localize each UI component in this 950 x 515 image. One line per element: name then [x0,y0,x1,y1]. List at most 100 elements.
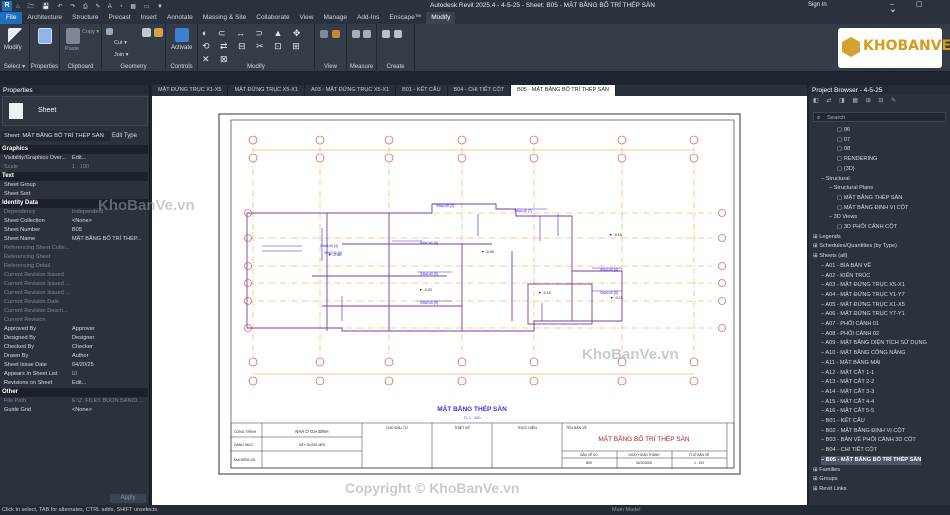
select-dropdown[interactable]: Select ▾ [0,63,29,70]
property-row[interactable]: Current Revision Issued [0,271,148,280]
instance-selector[interactable]: Sheet: MẶT BẰNG BỐ TRÍ THÉP SÀN [2,131,110,141]
document-tab[interactable]: B05 - MẶT BẰNG BỐ TRÍ THÉP SÀN [511,85,616,96]
browser-item[interactable]: ⊞ Families [813,466,840,475]
property-value[interactable]: <None> [72,217,144,226]
browser-item[interactable]: ⊞ Sheets (all) [813,252,848,261]
property-row[interactable]: Designed By Designer [0,334,148,343]
browser-item[interactable]: – B03 - BẢN VẼ PHỐI CẢNH 3D CỘT [821,436,916,445]
ribbon-tab-manage[interactable]: Manage [318,12,352,24]
properties-section-header[interactable]: Text [0,172,148,181]
ribbon-tab-file[interactable]: File [0,12,23,24]
property-row[interactable]: Approved By Approver [0,325,148,334]
activate-button[interactable]: Activate [171,45,192,51]
property-row[interactable]: Current Revision Issued ... [0,289,148,298]
property-value[interactable]: Author [72,352,144,361]
modify-button[interactable]: Modify [4,45,22,51]
document-tab[interactable]: MẶT ĐỨNG TRỤC X5-X1 [228,85,305,96]
property-row[interactable]: Referencing Sheet [0,253,148,262]
ribbon-tab-view[interactable]: View [295,12,319,24]
property-row[interactable]: Drawn By Author [0,352,148,361]
properties-section-header[interactable]: Graphics [0,145,148,154]
browser-item[interactable]: – A14 - MẶT CẮT 3-3 [821,388,874,397]
drawing-canvas[interactable]: Φ8a140 [4] Φ8a140 [6] Φ8a140 [6] Φ8a140 [9… [152,96,807,505]
browser-item[interactable]: ▢ MẶT BẰNG ĐỊNH VỊ CỘT [837,204,908,213]
revit-logo-icon[interactable]: R [2,1,12,11]
property-row[interactable]: Referencing Detail [0,262,148,271]
browser-item[interactable]: – B05 - MẶT BẰNG BỐ TRÍ THÉP SÀN [821,455,922,465]
property-row[interactable]: Appears In Sheet List ☑ [0,370,148,379]
ribbon-tab-insert[interactable]: Insert [136,12,162,24]
browser-toolbar[interactable]: ◧ ⇄ ◨ ▦ ⊞ ⊟ ✎ [813,97,913,105]
property-value[interactable]: 1 : 100 [72,163,144,172]
property-row[interactable]: Guide Grid <None> [0,406,148,415]
property-row[interactable]: Current Revision Issued ... [0,280,148,289]
browser-item[interactable]: – A16 - MẶT CẮT 5-5 [821,407,874,416]
browser-item[interactable]: ▢ MẶT BẰNG THÉP SÀN [837,194,902,203]
property-row[interactable]: Checked By Checker [0,343,148,352]
browser-item[interactable]: – B02 - MẶT BẰNG ĐỊNH VỊ CỘT [821,427,905,436]
dimension-icon[interactable] [363,30,371,38]
activate-icon[interactable] [175,28,189,42]
browser-item[interactable]: – 3D Views [829,213,857,222]
ribbon-tab-add-ins[interactable]: Add-Ins [352,12,384,24]
browser-item[interactable]: ⊞ Legends [813,233,841,242]
property-row[interactable]: Current Revision Descri... [0,307,148,316]
browser-item[interactable]: ⊞ Revit Links [813,485,847,494]
property-value[interactable]: ☑ [72,370,144,379]
browser-item[interactable]: – A03 - MẶT ĐỨNG TRỤC X5-X1 [821,281,905,290]
type-selector[interactable]: Sheet [2,96,148,126]
quick-access-toolbar[interactable]: ⌂ 🗁 💾 ↶ ↷ ⎙ ✎ A ◔ ▦ ▭ ▼ [16,2,186,10]
browser-item[interactable]: – A04 - MẶT ĐỨNG TRỤC Y1-Y7 [821,291,905,300]
document-tab[interactable]: B01 - KẾT CẤU [396,85,448,96]
browser-item[interactable]: – A01 - BÌA BẢN VẼ [821,262,871,271]
apply-button[interactable]: Apply [110,494,146,503]
property-row[interactable]: Current Revision Date [0,298,148,307]
edit-type-button[interactable]: Edit Type [112,131,148,141]
property-row[interactable]: Sheet Issue Date 04/20/25 [0,361,148,370]
property-value[interactable]: Edit... [72,379,144,388]
browser-item[interactable]: – A12 - MẶT CẮT 1-1 [821,369,874,378]
measure-icon[interactable] [352,30,360,38]
browser-item[interactable]: – Structural [821,175,850,184]
paint-icon[interactable] [154,28,163,37]
browser-item[interactable]: ▢ RENDERING [837,155,877,164]
browser-item[interactable]: – A08 - PHỐI CẢNH 02 [821,330,879,339]
property-row[interactable]: Visibility/Graphics Over... Edit... [0,154,148,163]
browser-item[interactable]: ▢ {3D} [837,165,855,174]
wall-join-icon[interactable] [142,28,151,37]
ribbon-tab-modify[interactable]: Modify [426,12,456,24]
browser-item[interactable]: – B04 - CHI TIẾT CỘT [821,446,877,455]
browser-item[interactable]: ▢ 06 [837,126,850,135]
browser-item[interactable]: – A09 - MẶT BẰNG DIỆN TÍCH SỬ DỤNG [821,339,927,348]
property-value[interactable]: E:\Z. FILES BUON BAN\D... [72,397,144,406]
ribbon-tab-annotate[interactable]: Annotate [162,12,198,24]
browser-item[interactable]: ▢ 08 [837,145,850,154]
property-value[interactable]: Edit... [72,154,144,163]
property-row[interactable]: Current Revision [0,316,148,325]
browser-item[interactable]: – A06 - MẶT ĐỨNG TRỤC Y7-Y1 [821,310,905,319]
property-row[interactable]: Scale 1 : 100 [0,163,148,172]
sign-in-link[interactable]: Sign In [808,2,827,8]
browser-item[interactable]: – A02 - KIẾN TRÚC [821,272,870,281]
paste-icon[interactable] [66,28,80,44]
ribbon-tab-precast[interactable]: Precast [104,12,136,24]
properties-section-header[interactable]: Other [0,388,148,397]
document-tab[interactable]: A03 - MẶT ĐỨNG TRỤC X5-X1 [305,85,397,96]
create-parts-icon[interactable] [394,30,402,38]
property-row[interactable]: Sheet Group [0,181,148,190]
property-row[interactable]: Sheet Name MẶT BẰNG BỐ TRÍ THÉP... [0,235,148,244]
browser-search-field[interactable]: ⌕ Search [813,112,946,122]
create-assembly-icon[interactable] [382,30,390,38]
browser-item[interactable]: – A15 - MẶT CẮT 4-4 [821,398,874,407]
cope-icon[interactable] [106,28,113,35]
cut-button[interactable]: Cut ▾ [114,40,127,46]
property-value[interactable]: 04/20/25 [72,361,144,370]
paste-label[interactable]: Paste [65,46,79,52]
browser-item[interactable]: – A13 - MẶT CẮT 2-2 [821,378,874,387]
property-row[interactable]: Sheet Number B05 [0,226,148,235]
browser-item[interactable]: ▢ 07 [837,136,850,145]
copy-button[interactable]: Copy ▾ [82,29,99,35]
join-button[interactable]: Join ▾ [114,52,128,58]
property-value[interactable]: B05 [72,226,144,235]
property-value[interactable]: Designer [72,334,144,343]
